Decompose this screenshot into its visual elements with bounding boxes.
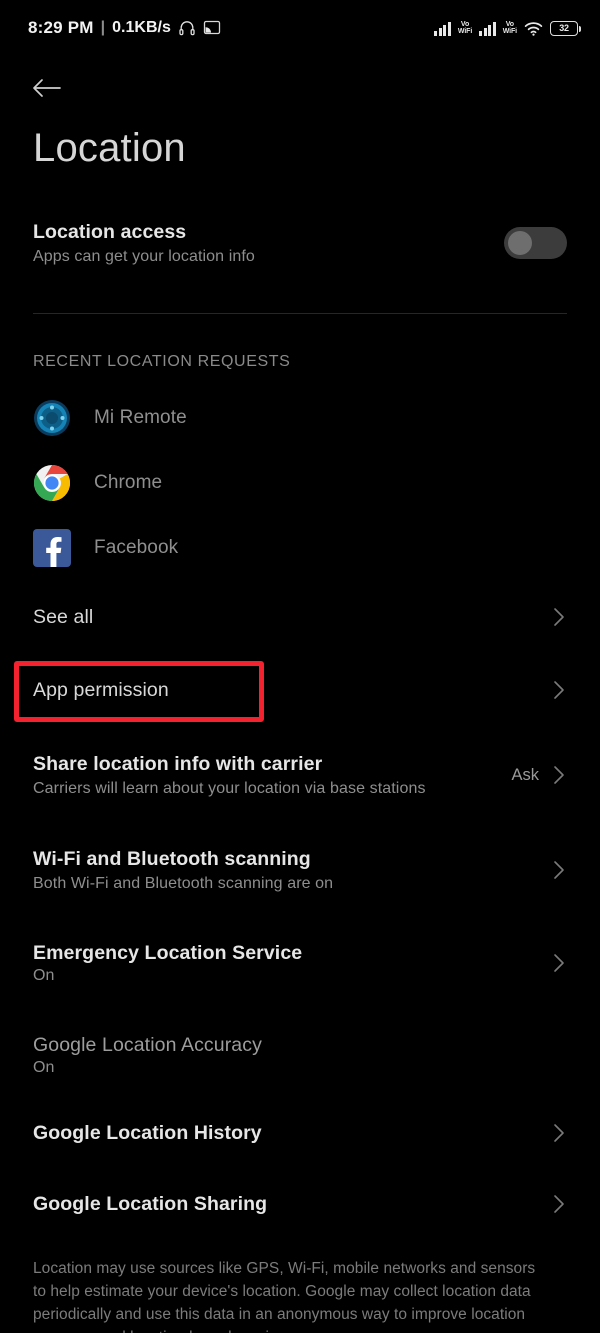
row-google-location-accuracy[interactable]: Google Location Accuracy On	[0, 1026, 600, 1084]
recent-requests-label: RECENT LOCATION REQUESTS	[33, 353, 291, 370]
location-access-title: Location access	[33, 220, 187, 243]
google-history-title: Google Location History	[33, 1121, 262, 1144]
row-emergency-location-service[interactable]: Emergency Location Service On	[0, 934, 600, 992]
row-app-permission[interactable]: App permission	[0, 670, 600, 710]
emergency-location-title: Emergency Location Service	[33, 941, 303, 964]
cast-icon	[203, 20, 220, 35]
toggle-knob	[508, 231, 532, 255]
location-access-toggle[interactable]	[504, 227, 567, 259]
chevron-right-icon	[551, 607, 567, 627]
emergency-location-subtitle: On	[33, 966, 55, 984]
status-bar: 8:29 PM | 0.1KB/s Vo WiFi Vo WiFi 32	[0, 0, 600, 56]
chevron-right-icon	[551, 765, 567, 785]
google-history-text: Google Location History	[33, 1122, 551, 1145]
app-permission-text: App permission	[33, 679, 551, 702]
headphone-icon	[179, 21, 195, 36]
volte-wifi-icon-1: Vo WiFi	[458, 21, 472, 35]
location-settings-screen: 8:29 PM | 0.1KB/s Vo WiFi Vo WiFi 32 Loc…	[0, 0, 600, 1333]
google-accuracy-title: Google Location Accuracy	[33, 1033, 262, 1056]
google-sharing-title: Google Location Sharing	[33, 1192, 268, 1215]
location-access-subtitle: Apps can get your location info	[33, 247, 255, 265]
location-access-text: Location access Apps can get your locati…	[33, 221, 504, 266]
mi-remote-icon	[33, 399, 71, 437]
list-item-app-chrome[interactable]: Chrome	[0, 463, 600, 503]
status-separator: |	[100, 19, 106, 36]
facebook-icon	[33, 529, 71, 567]
app-name: Facebook	[94, 537, 179, 558]
chrome-icon	[33, 464, 71, 502]
status-bar-left: 8:29 PM | 0.1KB/s	[28, 18, 221, 38]
wifi-icon	[524, 21, 543, 36]
row-google-location-history[interactable]: Google Location History	[0, 1113, 600, 1153]
row-see-all[interactable]: See all	[0, 598, 600, 636]
status-bar-right: Vo WiFi Vo WiFi 32	[434, 20, 581, 36]
signal-bars-icon-2	[479, 21, 496, 36]
see-all-title: See all	[33, 605, 94, 628]
back-button[interactable]	[30, 68, 76, 108]
emergency-location-text: Emergency Location Service On	[33, 942, 551, 985]
chevron-right-icon	[551, 860, 567, 880]
chevron-right-icon	[551, 680, 567, 700]
list-item-app-facebook[interactable]: Facebook	[0, 528, 600, 568]
volte-label-top: Vo	[460, 21, 470, 28]
row-share-location-carrier[interactable]: Share location info with carrier Carrier…	[0, 744, 600, 806]
volte-label-bottom-2: WiFi	[502, 28, 517, 35]
chevron-right-icon	[551, 1123, 567, 1143]
battery-level: 32	[559, 23, 569, 33]
wifi-bt-subtitle: Both Wi-Fi and Bluetooth scanning are on	[33, 874, 334, 892]
footer-disclaimer: Location may use sources like GPS, Wi-Fi…	[33, 1260, 536, 1333]
volte-wifi-icon-2: Vo WiFi	[503, 21, 517, 35]
volte-label-bottom: WiFi	[457, 28, 473, 35]
row-location-access[interactable]: Location access Apps can get your locati…	[0, 212, 600, 274]
share-carrier-subtitle: Carriers will learn about your location …	[33, 779, 426, 797]
network-speed: 0.1KB/s	[112, 19, 171, 36]
share-carrier-value: Ask	[511, 765, 539, 784]
row-google-location-sharing[interactable]: Google Location Sharing	[0, 1184, 600, 1224]
app-permission-title: App permission	[33, 678, 169, 701]
wifi-bt-text: Wi-Fi and Bluetooth scanning Both Wi-Fi …	[33, 848, 551, 893]
back-arrow-icon	[33, 79, 61, 97]
wifi-bt-title: Wi-Fi and Bluetooth scanning	[33, 847, 311, 870]
share-carrier-title: Share location info with carrier	[33, 752, 323, 775]
battery-icon: 32	[550, 20, 581, 36]
volte-label-top-2: Vo	[505, 21, 514, 28]
page-title: Location	[33, 126, 186, 170]
section-divider	[33, 313, 567, 314]
status-time: 8:29 PM	[28, 18, 94, 37]
chevron-right-icon	[551, 1194, 567, 1214]
signal-bars-icon	[434, 21, 451, 36]
see-all-text: See all	[33, 606, 551, 629]
google-sharing-text: Google Location Sharing	[33, 1193, 551, 1216]
share-carrier-text: Share location info with carrier Carrier…	[33, 753, 511, 798]
row-wifi-bluetooth-scanning[interactable]: Wi-Fi and Bluetooth scanning Both Wi-Fi …	[0, 839, 600, 901]
google-accuracy-subtitle: On	[33, 1058, 55, 1076]
chevron-right-icon	[551, 953, 567, 973]
google-accuracy-text: Google Location Accuracy On	[33, 1034, 567, 1077]
app-name: Mi Remote	[94, 407, 187, 428]
list-item-app-mi-remote[interactable]: Mi Remote	[0, 398, 600, 438]
app-name: Chrome	[94, 472, 163, 493]
